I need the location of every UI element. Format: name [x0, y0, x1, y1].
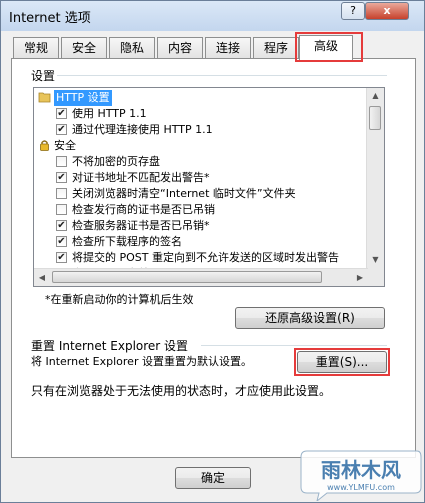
- settings-list-item[interactable]: ✔ 通过代理连接使用 HTTP 1.1: [34, 122, 368, 138]
- settings-item-label: 检查所下载程序的签名: [72, 235, 182, 248]
- help-button[interactable]: ?: [341, 2, 365, 20]
- window-title: Internet 选项: [9, 11, 91, 26]
- scroll-left-icon[interactable]: ◀: [34, 269, 50, 286]
- settings-list-item[interactable]: ✔ 检查所下载程序的签名: [34, 234, 368, 250]
- settings-list-item[interactable]: ✔ 检查服务器证书是否已吊销*: [34, 218, 368, 234]
- reset-group-label: 重置 Internet Explorer 设置: [31, 339, 189, 353]
- checkbox[interactable]: ✔: [56, 172, 67, 183]
- restore-advanced-button[interactable]: 还原高级设置(R): [235, 307, 385, 329]
- scroll-corner: [367, 269, 384, 286]
- tab-connections[interactable]: 连接: [205, 37, 251, 58]
- settings-group-divider: [57, 75, 387, 76]
- watermark-url: www.YLMFU.com: [327, 483, 395, 492]
- title-bar[interactable]: Internet 选项 ? x: [1, 1, 424, 31]
- tab-programs[interactable]: 程序: [253, 37, 299, 58]
- checkbox[interactable]: [56, 204, 67, 215]
- settings-item-label: 将提交的 POST 重定向到不允许发送的区域时发出警告: [72, 251, 339, 264]
- settings-list-item[interactable]: ✔ 将提交的 POST 重定向到不允许发送的区域时发出警告: [34, 250, 368, 266]
- vertical-scroll-thumb[interactable]: [369, 106, 381, 130]
- restart-note: *在重新启动你的计算机后生效: [45, 293, 194, 306]
- settings-item-label: 通过代理连接使用 HTTP 1.1: [72, 123, 213, 136]
- settings-item-label: 检查服务器证书是否已吊销*: [72, 219, 210, 232]
- tab-privacy[interactable]: 隐私: [109, 37, 155, 58]
- checkbox[interactable]: ✔: [56, 220, 67, 231]
- advanced-tab-highlight: [295, 32, 363, 62]
- checkbox[interactable]: ✔: [56, 108, 67, 119]
- settings-item-label: 安全: [54, 139, 76, 152]
- checkbox[interactable]: ✔: [56, 236, 67, 247]
- settings-list-item[interactable]: 检查发行商的证书是否已吊销: [34, 202, 368, 218]
- settings-item-label: 不将加密的页存盘: [72, 155, 160, 168]
- reset-description: 将 Internet Explorer 设置重置为默认设置。: [31, 355, 252, 368]
- horizontal-scrollbar[interactable]: ◀ ▶: [34, 268, 368, 286]
- settings-group-label: 设置: [31, 69, 56, 83]
- settings-list-item[interactable]: 不将加密的页存盘: [34, 154, 368, 170]
- settings-item-label: HTTP 设置: [54, 90, 112, 106]
- settings-list[interactable]: HTTP 设置 ✔ 使用 HTTP 1.1 ✔ 通过代理连接使用 HTTP 1.1 安全不…: [33, 87, 385, 287]
- reset-group-divider: [201, 345, 387, 346]
- settings-list-item[interactable]: 安全: [34, 138, 368, 154]
- scroll-right-icon[interactable]: ▶: [352, 269, 368, 286]
- tab-content[interactable]: 内容: [157, 37, 203, 58]
- vertical-scrollbar[interactable]: ▲ ▼: [366, 88, 384, 286]
- settings-item-label: 检查发行商的证书是否已吊销: [72, 203, 215, 216]
- settings-item-label: 对证书地址不匹配发出警告*: [72, 171, 210, 184]
- ok-button[interactable]: 确定: [175, 467, 251, 489]
- checkbox[interactable]: ✔: [56, 124, 67, 135]
- tab-general[interactable]: 常规: [13, 37, 59, 58]
- close-button[interactable]: x: [365, 2, 409, 20]
- scroll-up-icon[interactable]: ▲: [368, 88, 383, 104]
- checkbox[interactable]: [56, 188, 67, 199]
- settings-list-item[interactable]: ✔ 对证书地址不匹配发出警告*: [34, 170, 368, 186]
- settings-list-item[interactable]: 关闭浏览器时清空“Internet 临时文件”文件夹: [34, 186, 368, 202]
- watermark-logo: 雨林木风 www.YLMFU.com: [300, 450, 422, 501]
- watermark-brand: 雨林木风: [321, 458, 401, 482]
- internet-options-dialog: Internet 选项 ? x 常规 安全 隐私 内容 连接 程序 高级 设置 …: [0, 0, 425, 503]
- settings-list-item[interactable]: HTTP 设置: [34, 90, 368, 106]
- checkbox[interactable]: [56, 156, 67, 167]
- folder-icon: [38, 92, 51, 103]
- tab-security[interactable]: 安全: [61, 37, 107, 58]
- reset-button-highlight: [294, 348, 390, 376]
- lock-icon: [40, 140, 49, 151]
- scroll-down-icon[interactable]: ▼: [368, 252, 383, 268]
- reset-note: 只有在浏览器处于无法使用的状态时，才应使用此设置。: [31, 384, 332, 398]
- horizontal-scroll-thumb[interactable]: [52, 271, 322, 283]
- settings-item-label: 关闭浏览器时清空“Internet 临时文件”文件夹: [72, 187, 296, 200]
- settings-list-item[interactable]: ✔ 使用 HTTP 1.1: [34, 106, 368, 122]
- checkbox[interactable]: ✔: [56, 252, 67, 263]
- settings-item-label: 使用 HTTP 1.1: [72, 107, 147, 120]
